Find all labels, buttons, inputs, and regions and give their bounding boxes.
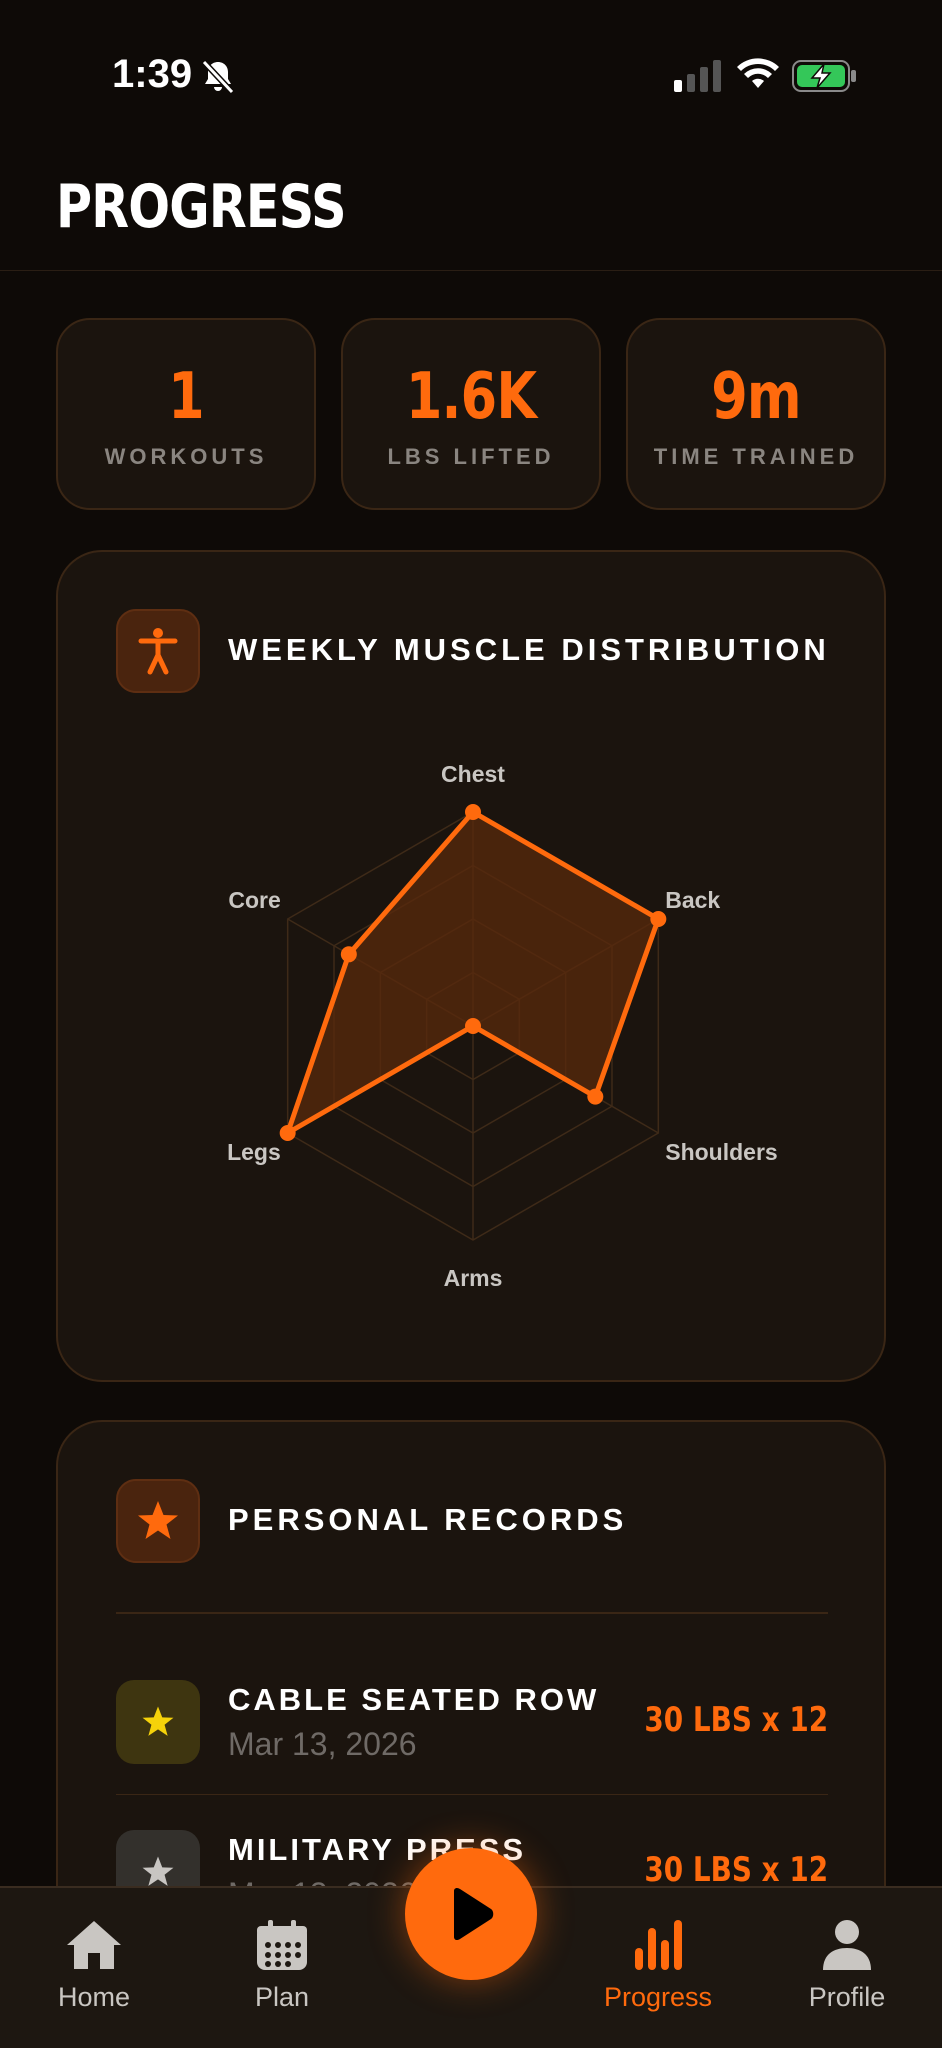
panel-title: PERSONAL RECORDS (228, 1502, 628, 1537)
radar-point-arms (465, 1018, 481, 1034)
play-icon (454, 1887, 494, 1941)
stat-label: LBS LIFTED (387, 444, 555, 469)
panel-icon-box (116, 1479, 200, 1563)
radar-chart: Chest Back Shoulders Arms Legs Core (227, 761, 778, 1291)
status-time: 1:39 (112, 52, 193, 96)
record-star-box (116, 1680, 200, 1764)
record-value: 30 LBS x 12 (644, 1850, 828, 1890)
stat-card-lbs-lifted: 1.6K LBS LIFTED (341, 318, 601, 510)
status-bar: 1:39 (0, 0, 942, 150)
tab-plan[interactable]: Plan (202, 1918, 362, 2013)
stat-card-time-trained: 9m TIME TRAINED (626, 318, 886, 510)
bar-chart-icon (635, 1920, 682, 1970)
battery-charging-icon (792, 60, 856, 92)
divider (116, 1794, 828, 1795)
stat-card-workouts: 1 WORKOUTS (56, 318, 316, 510)
page-title: PROGRESS (56, 172, 347, 242)
stat-value: 1.6K (405, 360, 537, 434)
radar-point-legs (279, 1125, 296, 1141)
divider (116, 1612, 828, 1614)
record-row[interactable]: CABLE SEATED ROW Mar 13, 2026 30 LBS x 1… (116, 1674, 828, 1774)
record-date: Mar 13, 2026 (228, 1726, 417, 1762)
stat-value: 9m (711, 360, 801, 434)
radar-point-chest (465, 804, 481, 820)
record-name: CABLE SEATED ROW (228, 1682, 600, 1717)
wifi-icon (737, 58, 779, 88)
stat-label: WORKOUTS (104, 444, 268, 469)
muscle-distribution-card: WEEKLY MUSCLE DISTRIBUTION Chest Back Shou… (56, 550, 886, 1382)
tab-label: Home (57, 1982, 131, 2012)
header-divider (0, 270, 942, 271)
tab-progress[interactable]: Progress (578, 1918, 738, 2013)
radar-point-back (650, 911, 667, 927)
star-icon (142, 1706, 174, 1736)
radar-label-back: Back (665, 887, 720, 913)
stat-value: 1 (168, 360, 205, 434)
home-icon (67, 1921, 121, 1969)
radar-point-core (340, 946, 357, 963)
bell-muted-icon (201, 59, 235, 94)
star-icon (142, 1856, 174, 1886)
start-workout-button[interactable] (405, 1848, 537, 1980)
tab-home[interactable]: Home (14, 1918, 174, 2013)
record-value: 30 LBS x 12 (644, 1700, 828, 1740)
stat-label: TIME TRAINED (653, 444, 859, 469)
radar-label-arms: Arms (444, 1265, 503, 1291)
radar-label-chest: Chest (441, 761, 505, 787)
radar-label-core: Core (228, 887, 280, 913)
star-icon (138, 1501, 178, 1539)
signal-icon (674, 60, 721, 92)
radar-point-shoulders (587, 1088, 604, 1105)
tab-profile[interactable]: Profile (767, 1918, 927, 2013)
person-icon (823, 1920, 871, 1970)
tab-label: Plan (254, 1982, 310, 2012)
tab-label: Profile (808, 1982, 886, 2012)
tab-label: Progress (603, 1982, 713, 2012)
radar-label-legs: Legs (227, 1139, 281, 1165)
calendar-icon (257, 1920, 307, 1970)
radar-label-shoulders: Shoulders (665, 1139, 777, 1165)
